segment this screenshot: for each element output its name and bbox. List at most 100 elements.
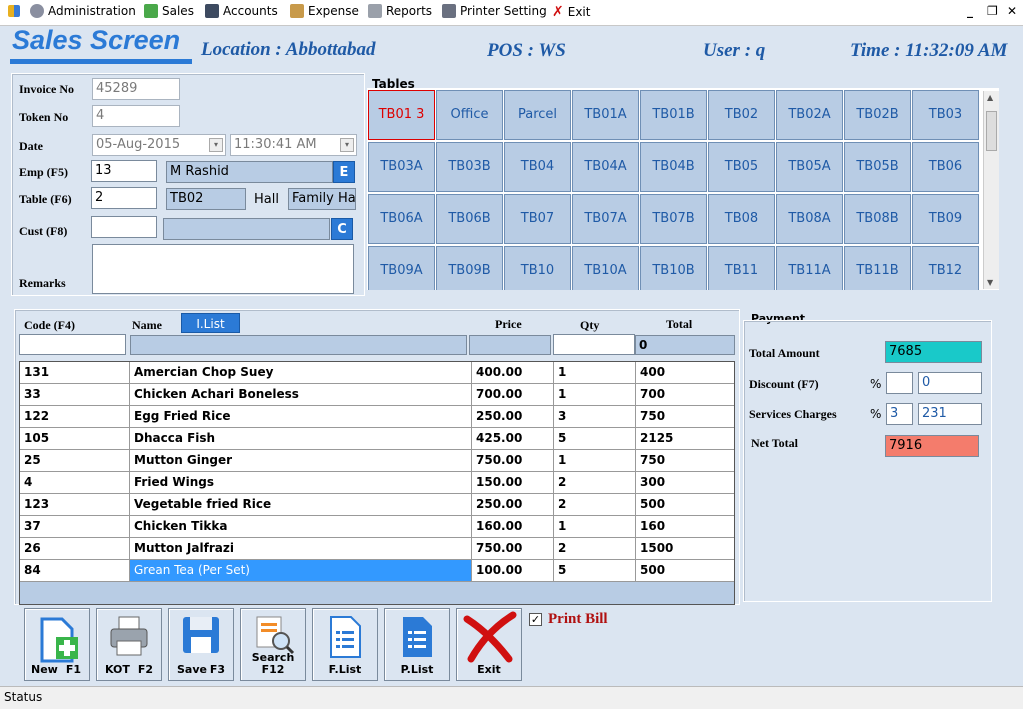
menu-exit[interactable]: ✗ Exit bbox=[552, 4, 590, 20]
table-button[interactable]: TB02B bbox=[844, 90, 911, 140]
table-row[interactable]: 123 Vegetable fried Rice 250.00 2 500 bbox=[20, 494, 734, 516]
table-button[interactable]: TB02A bbox=[776, 90, 843, 140]
cell-name[interactable]: Chicken Tikka bbox=[130, 516, 472, 537]
menu-printer-setting[interactable]: Printer Setting bbox=[442, 4, 547, 18]
cell-price[interactable]: 160.00 bbox=[472, 516, 554, 537]
cell-name[interactable]: Mutton Ginger bbox=[130, 450, 472, 471]
table-button[interactable]: Office bbox=[436, 90, 503, 140]
cell-qty[interactable]: 2 bbox=[554, 472, 636, 493]
cell-qty[interactable]: 1 bbox=[554, 384, 636, 405]
restore-icon[interactable]: ❐ bbox=[987, 4, 998, 18]
cell-total[interactable]: 750 bbox=[636, 450, 734, 471]
print-list-button[interactable]: P.List bbox=[384, 608, 450, 681]
remarks-field[interactable] bbox=[92, 244, 354, 294]
table-button[interactable]: TB07A bbox=[572, 194, 639, 244]
services-value-field[interactable]: 231 bbox=[918, 403, 982, 425]
table-row[interactable]: 25 Mutton Ginger 750.00 1 750 bbox=[20, 450, 734, 472]
cell-code[interactable]: 37 bbox=[20, 516, 130, 537]
calendar-dropdown-icon[interactable]: ▾ bbox=[209, 138, 223, 152]
cell-total[interactable]: 500 bbox=[636, 560, 734, 581]
cell-total[interactable]: 300 bbox=[636, 472, 734, 493]
discount-value-field[interactable]: 0 bbox=[918, 372, 982, 394]
customer-button[interactable]: C bbox=[331, 218, 353, 240]
cell-total[interactable]: 750 bbox=[636, 406, 734, 427]
tables-scrollbar[interactable]: ▲ ▼ bbox=[983, 91, 999, 289]
table-button[interactable]: TB11B bbox=[844, 246, 911, 290]
table-button[interactable]: TB01B bbox=[640, 90, 707, 140]
cell-name[interactable]: Chicken Achari Boneless bbox=[130, 384, 472, 405]
qty-entry-field[interactable] bbox=[553, 334, 635, 355]
cell-total[interactable]: 700 bbox=[636, 384, 734, 405]
cell-price[interactable]: 150.00 bbox=[472, 472, 554, 493]
cell-code[interactable]: 122 bbox=[20, 406, 130, 427]
cell-code[interactable]: 25 bbox=[20, 450, 130, 471]
table-button[interactable]: TB09 bbox=[912, 194, 979, 244]
cell-name[interactable]: Dhacca Fish bbox=[130, 428, 472, 449]
table-button[interactable]: TB04 bbox=[504, 142, 571, 192]
table-button[interactable]: TB07 bbox=[504, 194, 571, 244]
emp-code-field[interactable]: 13 bbox=[91, 160, 157, 182]
table-button[interactable]: TB11A bbox=[776, 246, 843, 290]
time-picker[interactable]: 11:30:41 AM ▾ bbox=[230, 134, 357, 156]
table-button[interactable]: TB02 bbox=[708, 90, 775, 140]
table-button[interactable]: TB04A bbox=[572, 142, 639, 192]
table-button[interactable]: TB05 bbox=[708, 142, 775, 192]
save-button[interactable]: Save F3 bbox=[168, 608, 234, 681]
cell-name[interactable]: Egg Fried Rice bbox=[130, 406, 472, 427]
menu-expense[interactable]: Expense bbox=[290, 4, 359, 18]
minimize-icon[interactable]: _ bbox=[967, 4, 973, 18]
cell-name[interactable]: Vegetable fried Rice bbox=[130, 494, 472, 515]
discount-percent-field[interactable] bbox=[886, 372, 913, 394]
table-button[interactable]: TB09A bbox=[368, 246, 435, 290]
table-button[interactable]: TB03 bbox=[912, 90, 979, 140]
invoice-field[interactable]: 45289 bbox=[92, 78, 180, 100]
scroll-up-icon[interactable]: ▲ bbox=[987, 93, 993, 102]
cell-code[interactable]: 131 bbox=[20, 362, 130, 383]
cell-price[interactable]: 100.00 bbox=[472, 560, 554, 581]
table-button[interactable]: TB08B bbox=[844, 194, 911, 244]
print-bill-checkbox[interactable]: ✓ bbox=[529, 613, 542, 626]
table-button[interactable]: TB03A bbox=[368, 142, 435, 192]
cell-price[interactable]: 400.00 bbox=[472, 362, 554, 383]
cell-code[interactable]: 123 bbox=[20, 494, 130, 515]
token-field[interactable]: 4 bbox=[92, 105, 180, 127]
menu-administration[interactable]: Administration bbox=[8, 4, 136, 18]
exit-button[interactable]: Exit bbox=[456, 608, 522, 681]
cell-price[interactable]: 700.00 bbox=[472, 384, 554, 405]
table-button[interactable]: TB06A bbox=[368, 194, 435, 244]
table-button[interactable]: TB04B bbox=[640, 142, 707, 192]
table-row[interactable]: 26 Mutton Jalfrazi 750.00 2 1500 bbox=[20, 538, 734, 560]
cell-qty[interactable]: 1 bbox=[554, 362, 636, 383]
cell-code[interactable]: 105 bbox=[20, 428, 130, 449]
cell-qty[interactable]: 1 bbox=[554, 516, 636, 537]
cell-total[interactable]: 160 bbox=[636, 516, 734, 537]
table-button[interactable]: TB03B bbox=[436, 142, 503, 192]
close-icon[interactable]: ✕ bbox=[1007, 4, 1017, 18]
table-button[interactable]: TB06B bbox=[436, 194, 503, 244]
code-entry-field[interactable] bbox=[19, 334, 126, 355]
table-button[interactable]: TB01 3 bbox=[368, 90, 435, 140]
table-button[interactable]: TB01A bbox=[572, 90, 639, 140]
menu-reports[interactable]: Reports bbox=[368, 4, 432, 18]
table-row[interactable]: 122 Egg Fried Rice 250.00 3 750 bbox=[20, 406, 734, 428]
cell-price[interactable]: 425.00 bbox=[472, 428, 554, 449]
table-row[interactable]: 33 Chicken Achari Boneless 700.00 1 700 bbox=[20, 384, 734, 406]
cell-code[interactable]: 4 bbox=[20, 472, 130, 493]
menu-accounts[interactable]: Accounts bbox=[205, 4, 278, 18]
cell-code[interactable]: 33 bbox=[20, 384, 130, 405]
table-row[interactable]: 131 Amercian Chop Suey 400.00 1 400 bbox=[20, 362, 734, 384]
table-button[interactable]: TB08A bbox=[776, 194, 843, 244]
table-button[interactable]: TB05A bbox=[776, 142, 843, 192]
table-button[interactable]: TB12 bbox=[912, 246, 979, 290]
cell-qty[interactable]: 2 bbox=[554, 494, 636, 515]
table-button[interactable]: Parcel bbox=[504, 90, 571, 140]
table-row[interactable]: 4 Fried Wings 150.00 2 300 bbox=[20, 472, 734, 494]
employee-button[interactable]: E bbox=[333, 161, 355, 183]
cell-total[interactable]: 500 bbox=[636, 494, 734, 515]
table-button[interactable]: TB11 bbox=[708, 246, 775, 290]
table-button[interactable]: TB05B bbox=[844, 142, 911, 192]
cell-total[interactable]: 2125 bbox=[636, 428, 734, 449]
item-list-button[interactable]: I.List bbox=[181, 313, 240, 333]
scroll-thumb[interactable] bbox=[986, 111, 997, 151]
services-percent-field[interactable]: 3 bbox=[886, 403, 913, 425]
